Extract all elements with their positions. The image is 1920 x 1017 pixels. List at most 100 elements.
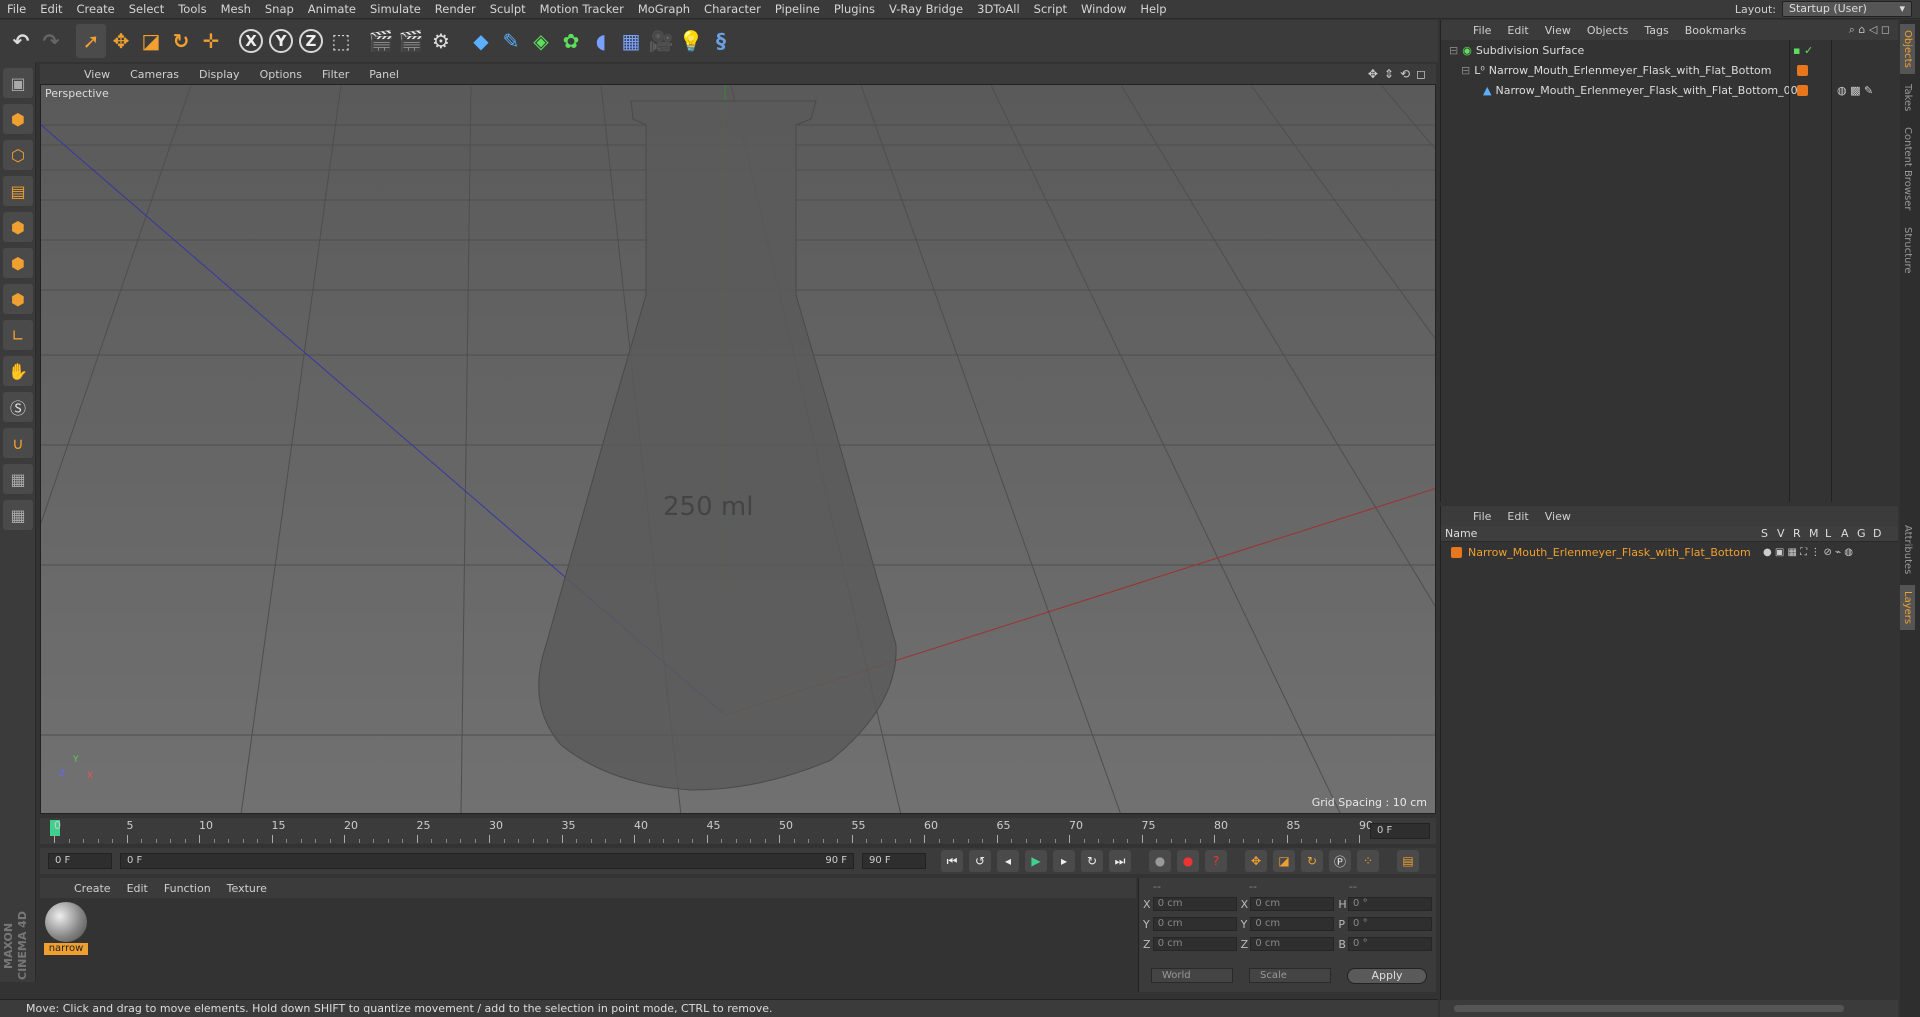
end-frame-field[interactable]: 90 F: [862, 853, 926, 869]
key-parameter-icon[interactable]: Ⓟ: [1329, 850, 1351, 872]
world-dropdown[interactable]: World: [1151, 968, 1233, 983]
next-key-icon[interactable]: ↻: [1081, 850, 1103, 872]
position-y-field[interactable]: 0 cm: [1152, 917, 1237, 931]
menu-plugins[interactable]: Plugins: [827, 0, 882, 19]
x-axis-lock-icon[interactable]: X: [236, 24, 266, 58]
objects-menu-objects[interactable]: Objects: [1579, 24, 1637, 37]
material-tag-icon[interactable]: ◍ ▩ ✎: [1837, 84, 1873, 97]
render-picture-viewer-icon[interactable]: 🎬: [396, 24, 426, 58]
object-mode-icon[interactable]: ⬢: [3, 104, 33, 134]
menu-mesh[interactable]: Mesh: [214, 0, 258, 19]
scale-dropdown[interactable]: Scale: [1249, 968, 1331, 983]
size-y-field[interactable]: 0 cm: [1250, 917, 1335, 931]
tab-takes[interactable]: Takes: [1900, 78, 1915, 117]
cloner-icon[interactable]: ✿: [556, 24, 586, 58]
menu-create[interactable]: Create: [70, 0, 122, 19]
timeline-window-icon[interactable]: ▤: [1397, 850, 1419, 872]
menu-script[interactable]: Script: [1027, 0, 1074, 19]
objects-menu-edit[interactable]: Edit: [1499, 24, 1536, 37]
camera-icon[interactable]: 🎥: [646, 24, 676, 58]
layer-scrollbar[interactable]: [1440, 1000, 1898, 1017]
menu-sculpt[interactable]: Sculpt: [483, 0, 533, 19]
objects-menu-view[interactable]: View: [1537, 24, 1579, 37]
select-arrow-icon[interactable]: ➚: [76, 24, 106, 58]
menu-tools[interactable]: Tools: [171, 0, 213, 19]
layers-menu-edit[interactable]: Edit: [1499, 510, 1536, 523]
frame-range-slider[interactable]: 0 F 90 F: [120, 853, 854, 869]
play-icon[interactable]: ▶: [1025, 850, 1047, 872]
tweak-mode-icon[interactable]: ✋: [3, 356, 33, 386]
objects-menu-tags[interactable]: Tags: [1636, 24, 1676, 37]
start-frame-field[interactable]: 0 F: [48, 853, 112, 869]
object-row-flask-null[interactable]: ⊟ L⁰ Narrow_Mouth_Erlenmeyer_Flask_with_…: [1441, 60, 1898, 80]
material-swatch[interactable]: narrow: [44, 902, 88, 955]
undo-icon[interactable]: ↶: [6, 24, 36, 58]
menu-help[interactable]: Help: [1133, 0, 1173, 19]
rotation-b-field[interactable]: 0 °: [1348, 937, 1432, 951]
workplane-lock-icon[interactable]: ▦: [3, 464, 33, 494]
key-scale-icon[interactable]: ◪: [1273, 850, 1295, 872]
layer-row[interactable]: Narrow_Mouth_Erlenmeyer_Flask_with_Flat_…: [1441, 542, 1898, 562]
layers-menu-file[interactable]: File: [1465, 510, 1499, 523]
y-axis-lock-icon[interactable]: Y: [266, 24, 296, 58]
menu-select[interactable]: Select: [122, 0, 171, 19]
previous-frame-icon[interactable]: ◂: [997, 850, 1019, 872]
autokey-icon[interactable]: ●: [1177, 850, 1199, 872]
menu-animate[interactable]: Animate: [301, 0, 363, 19]
rotate-tool-icon[interactable]: ↻: [166, 24, 196, 58]
object-row-subdivision[interactable]: ⊟ ◉ Subdivision Surface ▪ ✓: [1441, 40, 1898, 60]
tab-content-browser[interactable]: Content Browser: [1900, 121, 1915, 216]
objects-menu-bookmarks[interactable]: Bookmarks: [1677, 24, 1754, 37]
points-mode-icon[interactable]: ⬢: [3, 212, 33, 242]
material-menu-edit[interactable]: Edit: [119, 882, 156, 895]
floor-icon[interactable]: ▦: [616, 24, 646, 58]
tab-structure[interactable]: Structure: [1900, 221, 1915, 280]
position-x-field[interactable]: 0 cm: [1152, 897, 1237, 911]
tab-layers[interactable]: Layers: [1900, 584, 1915, 630]
z-axis-lock-icon[interactable]: Z: [296, 24, 326, 58]
apply-button[interactable]: Apply: [1347, 968, 1427, 984]
tab-objects[interactable]: Objects: [1900, 24, 1915, 74]
menu-vray-bridge[interactable]: V-Ray Bridge: [882, 0, 970, 19]
redo-icon[interactable]: ↷: [36, 24, 66, 58]
viewport-menu-display[interactable]: Display: [189, 68, 250, 81]
render-settings-icon[interactable]: ⚙: [426, 24, 456, 58]
cube-icon[interactable]: ◆: [466, 24, 496, 58]
menu-simulate[interactable]: Simulate: [363, 0, 428, 19]
menu-mograph[interactable]: MoGraph: [631, 0, 697, 19]
maximize-icon[interactable]: ◻: [1416, 67, 1426, 81]
viewport-menu-view[interactable]: View: [74, 68, 120, 81]
layout-select[interactable]: Startup (User) ▾: [1782, 1, 1912, 17]
timeline-ruler[interactable]: 0 5 10 15 20 25 30 35 40 45 50 55 60 65 70 75 80 85 90 0 F: [40, 818, 1436, 844]
material-menu-create[interactable]: Create: [66, 882, 119, 895]
move-tool-icon[interactable]: ✥: [106, 24, 136, 58]
menu-pipeline[interactable]: Pipeline: [768, 0, 827, 19]
viewport-menu-options[interactable]: Options: [250, 68, 312, 81]
magnet-icon[interactable]: ∪: [3, 428, 33, 458]
coordinate-system-icon[interactable]: ⬚: [326, 24, 356, 58]
menu-render[interactable]: Render: [428, 0, 483, 19]
viewport-perspective[interactable]: 250 ml Perspective Y Z X Grid Spacing : …: [40, 84, 1436, 814]
menu-file[interactable]: File: [0, 0, 33, 19]
key-pla-icon[interactable]: ⁘: [1357, 850, 1379, 872]
render-view-icon[interactable]: 🎬: [366, 24, 396, 58]
material-menu-function[interactable]: Function: [156, 882, 219, 895]
record-keys-icon[interactable]: ●: [1149, 850, 1171, 872]
polygons-mode-icon[interactable]: ⬢: [3, 284, 33, 314]
key-rotation-icon[interactable]: ↻: [1301, 850, 1323, 872]
current-frame-field[interactable]: 0 F: [1370, 823, 1430, 839]
rotation-p-field[interactable]: 0 °: [1348, 917, 1432, 931]
menu-character[interactable]: Character: [697, 0, 768, 19]
python-icon[interactable]: §: [706, 24, 736, 58]
layer-color-swatch[interactable]: [1451, 546, 1462, 558]
layer-color-swatch[interactable]: [1797, 84, 1808, 96]
pan-icon[interactable]: ✥: [1368, 67, 1378, 81]
rotation-h-field[interactable]: 0 °: [1348, 897, 1432, 911]
model-mode-icon[interactable]: ▣: [3, 68, 33, 98]
go-to-start-icon[interactable]: ⏮: [941, 850, 963, 872]
deformer-icon[interactable]: ◖: [586, 24, 616, 58]
keyframe-selection-icon[interactable]: ?: [1205, 850, 1227, 872]
layer-toggles-icon[interactable]: ● ▣ ▦ ⛶ ⋮ ⊘ ⌁ ◍: [1763, 547, 1853, 558]
pen-icon[interactable]: ✎: [496, 24, 526, 58]
search-icon[interactable]: ⌕ ⌂ ◁ ◻: [1849, 23, 1890, 37]
